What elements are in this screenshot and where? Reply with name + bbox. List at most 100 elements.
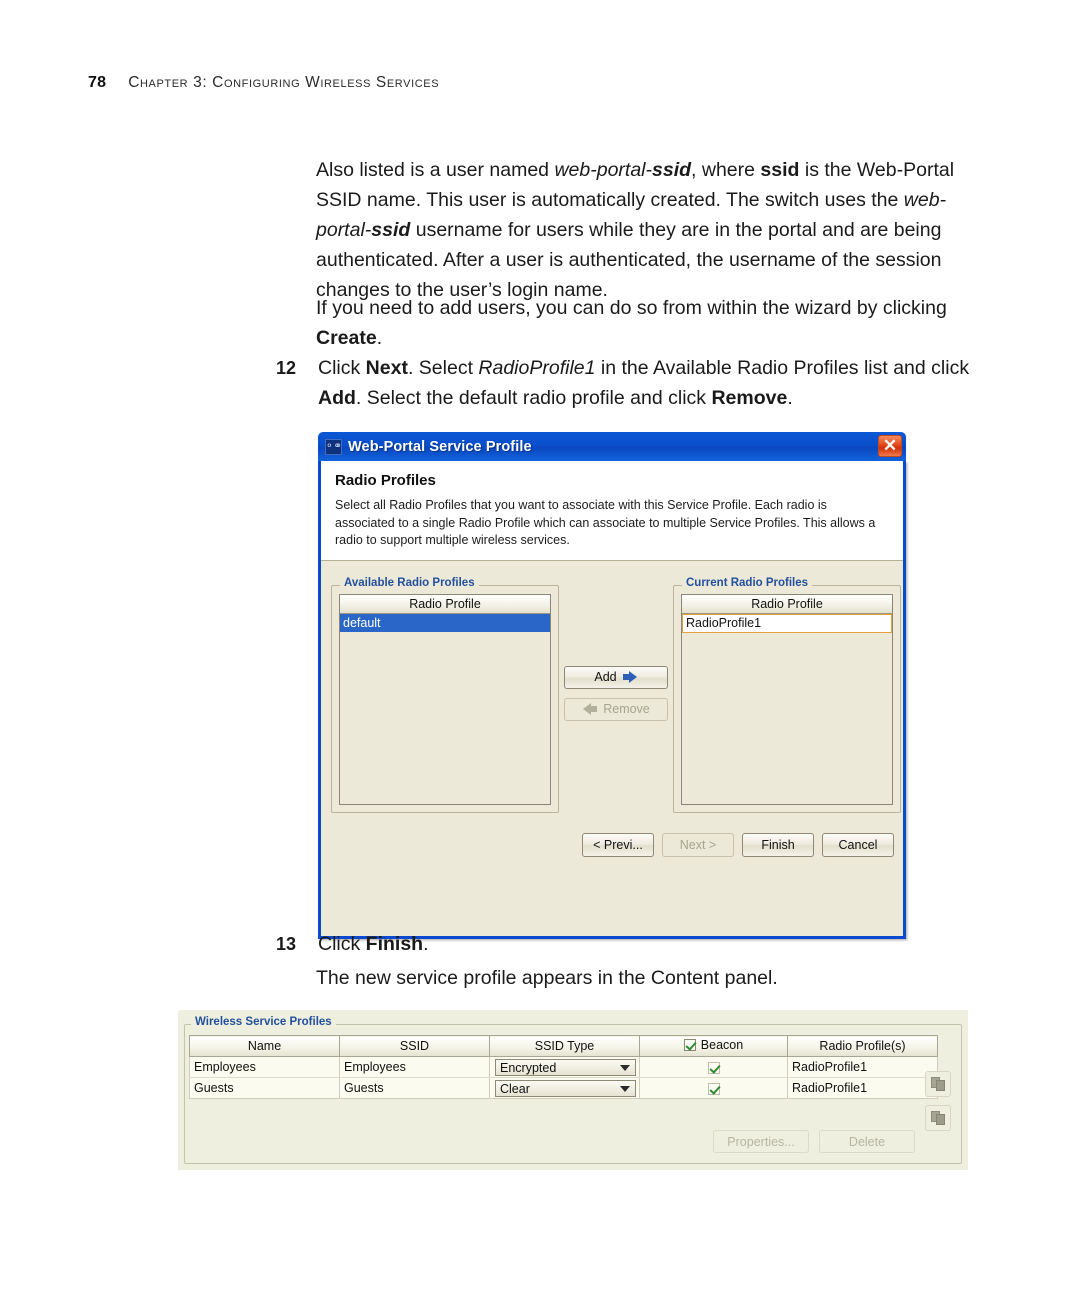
create-bold-label: Create	[316, 327, 377, 349]
arrow-right-icon	[622, 671, 638, 683]
create-text-1: If you need to add users, you can do so …	[316, 297, 947, 319]
available-radio-profiles-listbox[interactable]: Radio Profile default	[339, 593, 551, 805]
dialog-header-area: Radio Profiles Select all Radio Profiles…	[321, 461, 903, 561]
dialog-titlebar: ⚬⚭ Web-Portal Service Profile ✕	[318, 432, 906, 461]
column-header-beacon[interactable]: Beacon	[639, 1035, 788, 1057]
chevron-down-icon	[620, 1085, 630, 1092]
intro-bold-1: ssid	[760, 159, 800, 181]
properties-button[interactable]: Properties...	[713, 1130, 809, 1153]
wireless-service-profiles-group: Wireless Service Profiles Name SSID SSID…	[184, 1016, 962, 1164]
step12-bold-remove: Remove	[711, 387, 788, 409]
dialog-description: Select all Radio Profiles that you want …	[335, 498, 876, 547]
cancel-button[interactable]: Cancel	[822, 832, 894, 857]
current-column-header: Radio Profile	[682, 594, 892, 614]
service-profiles-table: Name SSID SSID Type Beacon Radio Profile…	[189, 1035, 938, 1099]
next-button[interactable]: Next >	[662, 832, 734, 857]
add-button[interactable]: Add	[564, 665, 668, 689]
column-header-beacon-label: Beacon	[700, 1038, 744, 1052]
beacon-header-checkbox[interactable]	[683, 1039, 696, 1051]
available-column-header: Radio Profile	[340, 594, 550, 614]
step13-text-1: Click	[318, 933, 366, 955]
step12-bold-next: Next	[365, 357, 408, 379]
list-item[interactable]: RadioProfile1	[682, 613, 892, 633]
ssid-type-dropdown[interactable]: Encrypted	[495, 1059, 636, 1076]
available-radio-profiles-label: Available Radio Profiles	[340, 576, 479, 589]
arrow-left-icon	[582, 703, 598, 715]
list-item[interactable]: default	[340, 613, 550, 632]
step12-text-2: . Select	[407, 357, 479, 379]
beacon-checkbox[interactable]	[707, 1082, 720, 1095]
cell-radio-profiles: RadioProfile1	[787, 1077, 938, 1099]
remove-button[interactable]: Remove	[564, 697, 668, 721]
column-header-name[interactable]: Name	[189, 1035, 340, 1057]
remove-button-label: Remove	[603, 702, 650, 716]
page-number: 78	[88, 74, 107, 91]
step12-text-5: .	[787, 387, 793, 409]
paste-icon	[930, 1111, 946, 1125]
step-12-text: Click Next. Select RadioProfile1 in the …	[318, 353, 978, 413]
create-text-2: .	[376, 327, 383, 349]
web-portal-service-profile-dialog: ⚬⚭ Web-Portal Service Profile ✕ Radio Pr…	[318, 432, 906, 939]
previous-button[interactable]: < Previ...	[582, 832, 654, 857]
transfer-buttons: Add Remove	[564, 665, 668, 721]
intro-text-4: username for users while they are in the…	[316, 219, 942, 301]
step-item-13: 13 Click Finish.	[272, 929, 978, 959]
step12-italic-profile: RadioProfile1	[478, 357, 596, 379]
table-row[interactable]: Guests Guests Clear RadioProfile1	[189, 1077, 938, 1099]
copy-icon	[930, 1077, 946, 1091]
cell-radio-profiles: RadioProfile1	[787, 1056, 938, 1078]
step-item-12: 12 Click Next. Select RadioProfile1 in t…	[272, 353, 978, 413]
step12-text-1: Click	[318, 357, 366, 379]
delete-button[interactable]: Delete	[819, 1130, 915, 1153]
current-radio-profiles-listbox[interactable]: Radio Profile RadioProfile1	[681, 593, 893, 805]
column-header-ssid[interactable]: SSID	[339, 1035, 490, 1057]
ssid-type-value: Clear	[500, 1081, 530, 1096]
panel-side-buttons	[925, 1071, 951, 1131]
ssid-type-value: Encrypted	[500, 1060, 557, 1075]
chevron-down-icon	[620, 1064, 630, 1071]
ssid-type-dropdown[interactable]: Clear	[495, 1080, 636, 1097]
intro-paragraph: Also listed is a user named web-portal-s…	[316, 155, 976, 305]
cell-ssid: Employees	[339, 1056, 490, 1078]
cell-ssid: Guests	[339, 1077, 490, 1099]
page-running-head: 78 Chapter 3: Configuring Wireless Servi…	[88, 74, 439, 92]
close-icon[interactable]: ✕	[878, 435, 902, 457]
beacon-checkbox[interactable]	[707, 1061, 720, 1074]
table-row[interactable]: Employees Employees Encrypted RadioProfi…	[189, 1056, 938, 1078]
wireless-service-profiles-label: Wireless Service Profiles	[191, 1016, 336, 1028]
cell-name: Employees	[189, 1056, 340, 1078]
intro-bolditalic-1: ssid	[652, 159, 692, 181]
intro-text-2: , where	[691, 159, 761, 181]
add-button-label: Add	[594, 670, 617, 684]
current-radio-profiles-label: Current Radio Profiles	[682, 576, 813, 589]
intro-bolditalic-2: ssid	[371, 219, 411, 241]
dialog-heading: Radio Profiles	[335, 472, 436, 489]
current-radio-profiles-group: Current Radio Profiles Radio Profile Rad…	[673, 576, 901, 813]
finish-button[interactable]: Finish	[742, 832, 814, 857]
step-13-text: Click Finish.	[318, 929, 978, 959]
dialog-frame: Radio Profiles Select all Radio Profiles…	[318, 461, 906, 939]
copy-button[interactable]	[925, 1071, 951, 1097]
column-header-ssid-type[interactable]: SSID Type	[489, 1035, 640, 1057]
available-radio-profiles-group: Available Radio Profiles Radio Profile d…	[331, 576, 559, 813]
step-13-number: 13	[276, 934, 297, 954]
intro-italic-1: web-portal-	[554, 159, 652, 181]
create-paragraph: If you need to add users, you can do so …	[316, 293, 981, 353]
paste-button[interactable]	[925, 1105, 951, 1131]
step13-text-2: .	[423, 933, 429, 955]
step13-bold-finish: Finish	[365, 933, 424, 955]
wireless-service-profiles-panel: Wireless Service Profiles Name SSID SSID…	[178, 1010, 968, 1170]
cell-name: Guests	[189, 1077, 340, 1099]
panel-footer-buttons: Properties... Delete	[713, 1130, 915, 1153]
step12-text-3: in the Available Radio Profiles list and…	[595, 357, 970, 379]
dialog-footer: < Previ... Next > Finish Cancel	[321, 832, 903, 857]
dialog-body: Available Radio Profiles Radio Profile d…	[321, 560, 903, 861]
step-12-number: 12	[276, 358, 297, 378]
table-header-row: Name SSID SSID Type Beacon Radio Profile…	[189, 1035, 938, 1057]
content-panel-paragraph: The new service profile appears in the C…	[316, 967, 778, 989]
dialog-title: Web-Portal Service Profile	[348, 438, 532, 455]
intro-text-1: Also listed is a user named	[316, 159, 555, 181]
step12-text-4: . Select the default radio profile and c…	[355, 387, 712, 409]
chapter-title: Chapter 3: Configuring Wireless Services	[128, 74, 440, 91]
column-header-radio-profiles[interactable]: Radio Profile(s)	[787, 1035, 938, 1057]
